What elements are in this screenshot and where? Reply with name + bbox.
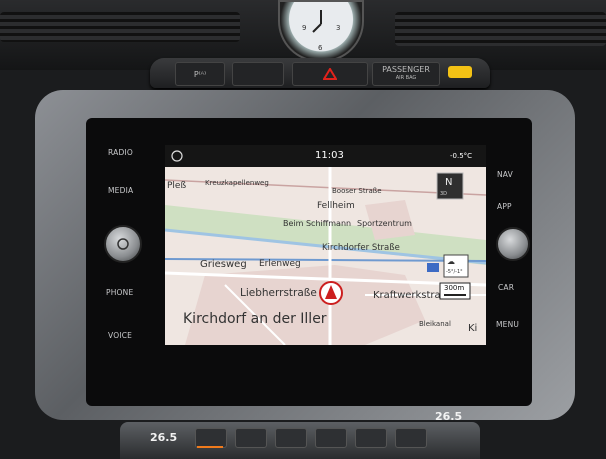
media-button[interactable]: MEDIA [108, 186, 133, 195]
air-vent-left[interactable] [0, 12, 240, 42]
airbag-sublabel: AIR BAG [395, 75, 417, 81]
hazard-lights-button[interactable] [292, 62, 368, 86]
clock-hands-icon: 9 3 6 [302, 10, 340, 52]
seat-heat-right-button[interactable] [395, 428, 427, 448]
map-label: Pleß [167, 181, 187, 191]
compass-3d-label: 3D [440, 191, 448, 197]
svg-text:3: 3 [336, 24, 340, 32]
map-label: Griesweg [200, 259, 247, 270]
weather-temp: -5°/-1° [446, 269, 463, 275]
map-label: Booser Straße [332, 187, 382, 195]
svg-text:6: 6 [318, 44, 323, 52]
map-label: Bleikanal [419, 320, 451, 328]
volume-knob[interactable] [104, 225, 142, 263]
map-scale-label: 300m [444, 284, 465, 292]
power-icon [117, 238, 129, 250]
map-label: Kreuzkapellenweg [205, 179, 269, 187]
map-label: Fellheim [317, 201, 355, 211]
map-label: Kraftwerkstra [373, 290, 441, 301]
map-label: Erlenweg [259, 259, 301, 269]
phone-button[interactable]: PHONE [106, 288, 133, 297]
map-road-shield [427, 263, 439, 272]
airbag-label: PASSENGER [382, 65, 430, 74]
climate-button-1[interactable] [235, 428, 267, 448]
passenger-airbag-indicator: PASSENGER AIR BAG [372, 62, 440, 86]
map-label: Liebherrstraße [240, 287, 317, 299]
radio-button[interactable]: RADIO [108, 148, 133, 157]
menu-button[interactable]: MENU [496, 320, 519, 329]
air-vent-right[interactable] [395, 12, 606, 46]
park-assist-button[interactable]: P⁽ᴬ⁾ [175, 62, 225, 86]
svg-text:9: 9 [302, 24, 306, 32]
airbag-off-lamp-icon [448, 66, 472, 78]
map-town-label: Kirchdorf an der Iller [183, 311, 327, 327]
clock-time: 11:03 [315, 150, 344, 161]
weather-cloud-icon: ☁ [447, 257, 455, 266]
seat-heat-left-button[interactable] [195, 428, 227, 448]
climate-button-3[interactable] [315, 428, 347, 448]
recirculation-button[interactable] [355, 428, 387, 448]
strip-blank-button[interactable] [232, 62, 284, 86]
climate-button-2[interactable] [275, 428, 307, 448]
outside-temperature: -0.5°C [450, 152, 473, 160]
car-button[interactable]: CAR [498, 283, 514, 292]
park-assist-label: P⁽ᴬ⁾ [193, 69, 207, 79]
seat-heat-indicator [197, 446, 223, 448]
tuning-knob[interactable] [496, 227, 530, 261]
nav-button[interactable]: NAV [497, 170, 513, 179]
voice-button[interactable]: VOICE [108, 331, 132, 340]
map-label: Sportzentrum [357, 219, 412, 228]
left-temperature[interactable]: 26.5 [150, 431, 177, 444]
right-temperature[interactable]: 26.5 [435, 410, 462, 423]
analog-clock: 9 3 6 [278, 0, 364, 62]
hazard-triangle-icon [323, 68, 337, 80]
map-label: Ki [468, 323, 478, 334]
map-label: Kirchdorfer Straße [322, 243, 400, 253]
app-button[interactable]: APP [497, 202, 512, 211]
navigation-map[interactable]: 11:03 -0.5°C Pleß Kreuzkapellenweg Boose… [165, 145, 486, 345]
map-label: Beim Schiffmann [283, 219, 352, 228]
compass-north-label: N [445, 177, 453, 188]
